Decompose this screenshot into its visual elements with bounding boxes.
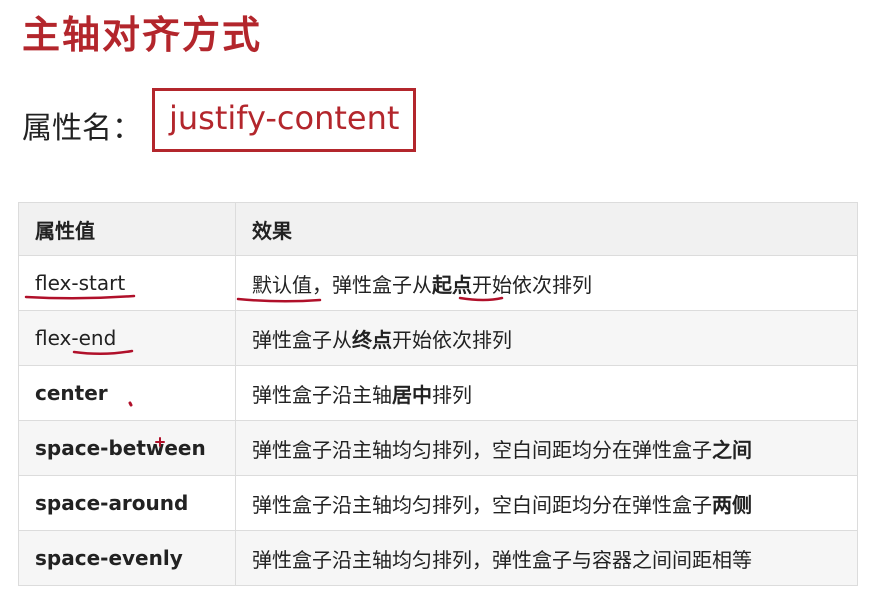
effect-cell: 弹性盒子沿主轴均匀排列，空白间距均分在弹性盒子两侧	[235, 475, 858, 531]
effect-cell: 默认值，弹性盒子从起点开始依次排列	[235, 255, 858, 311]
effect-text: 排列	[432, 382, 472, 407]
property-value-cell: flex-start	[18, 255, 236, 311]
property-name-box: justify-content	[152, 88, 417, 152]
property-value-cell: space-around	[18, 475, 236, 531]
property-row: 属性名： justify-content	[22, 88, 417, 152]
effect-text: 弹性盒子沿主轴均匀排列，弹性盒子与容器之间间距相等	[252, 547, 752, 572]
page-title: 主轴对齐方式	[22, 13, 263, 57]
effect-cell: 弹性盒子沿主轴均匀排列，弹性盒子与容器之间间距相等	[235, 530, 858, 586]
effect-text: 开始依次排列	[472, 272, 592, 297]
effect-highlight: 起点	[432, 272, 472, 297]
property-value-cell: space-between	[18, 420, 236, 476]
table-row: flex-end 弹性盒子从终点开始依次排列	[18, 310, 858, 366]
property-value-cell: space-evenly	[18, 530, 236, 586]
property-value-cell: flex-end	[18, 310, 236, 366]
header-effect: 效果	[235, 202, 858, 256]
table-body: flex-start 默认值，弹性盒子从起点开始依次排列 flex-end 弹性盒子从…	[18, 255, 858, 586]
effect-text: 开始依次排列	[392, 327, 512, 352]
effect-cell: 弹性盒子从终点开始依次排列	[235, 310, 858, 366]
table-header-row: 属性值 效果	[18, 202, 858, 256]
table-row: space-around 弹性盒子沿主轴均匀排列，空白间距均分在弹性盒子两侧	[18, 475, 858, 531]
effect-text: 弹性盒子从	[252, 327, 352, 352]
effect-highlight: 终点	[352, 327, 392, 352]
property-label: 属性名：	[22, 111, 142, 146]
effect-text: 默认值，弹性盒子从	[252, 272, 432, 297]
table-row: space-between 弹性盒子沿主轴均匀排列，空白间距均分在弹性盒子之间	[18, 420, 858, 476]
effect-text: 弹性盒子沿主轴	[252, 382, 392, 407]
effect-cell: 弹性盒子沿主轴居中排列	[235, 365, 858, 421]
effect-cell: 弹性盒子沿主轴均匀排列，空白间距均分在弹性盒子之间	[235, 420, 858, 476]
table-row: center 弹性盒子沿主轴居中排列	[18, 365, 858, 421]
header-value: 属性值	[18, 202, 236, 256]
table-row: flex-start 默认值，弹性盒子从起点开始依次排列	[18, 255, 858, 311]
effect-text: 弹性盒子沿主轴均匀排列，空白间距均分在弹性盒子	[252, 437, 712, 462]
effect-highlight: 两侧	[712, 492, 752, 517]
effect-text: 弹性盒子沿主轴均匀排列，空白间距均分在弹性盒子	[252, 492, 712, 517]
property-values-table: 属性值 效果 flex-start 默认值，弹性盒子从起点开始依次排列 flex-e…	[18, 202, 858, 586]
effect-highlight: 之间	[712, 437, 752, 462]
property-value-cell: center	[18, 365, 236, 421]
effect-highlight: 居中	[392, 382, 432, 407]
table-row: space-evenly 弹性盒子沿主轴均匀排列，弹性盒子与容器之间间距相等	[18, 530, 858, 586]
